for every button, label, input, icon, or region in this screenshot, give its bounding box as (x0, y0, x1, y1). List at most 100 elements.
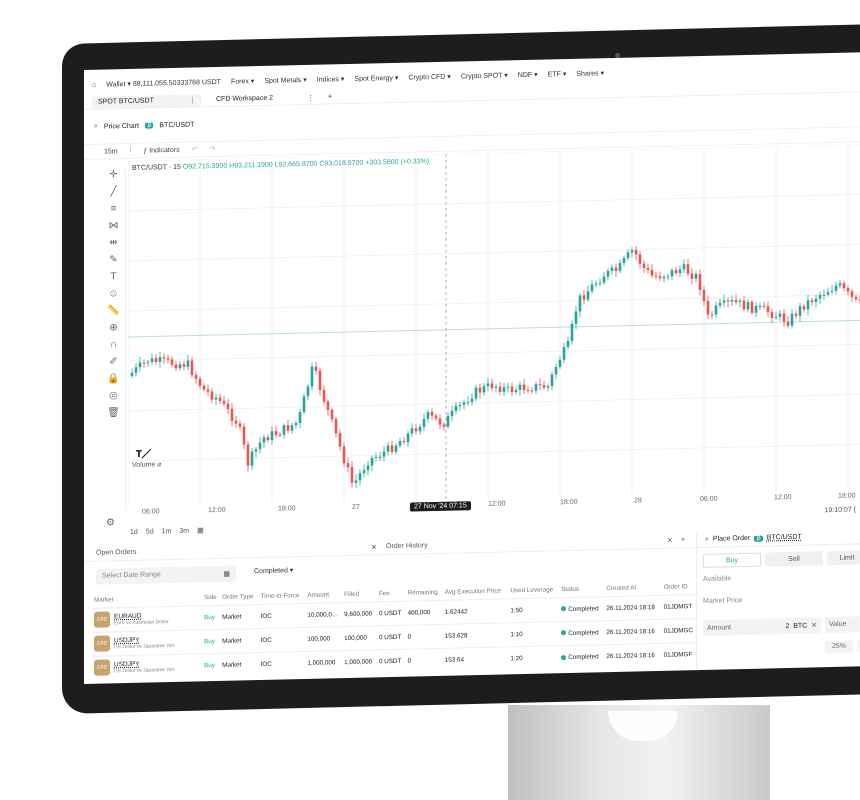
menu-ndf[interactable]: NDF ▾ (518, 71, 538, 79)
candle (698, 273, 702, 291)
more-icon[interactable]: ⋮ (189, 96, 196, 104)
lock-icon[interactable]: 🔒 (107, 373, 119, 384)
wallet-button[interactable]: Wallet ▾ 88,111,055.50333768 USDT (106, 78, 221, 89)
calendar-icon[interactable]: ▦ (223, 570, 230, 578)
candle (482, 386, 486, 393)
emoji-icon[interactable]: ☺ (108, 288, 118, 299)
crosshair-icon[interactable]: ✛ (109, 169, 117, 180)
timeframe-5d[interactable]: 5d (146, 528, 154, 535)
symbol-label[interactable]: BTC/USDT (767, 534, 802, 542)
open-orders-tab[interactable]: Open Orders (96, 549, 136, 557)
candle (646, 267, 650, 270)
amount-field[interactable]: Amount 2 BTC ✕ (703, 617, 821, 636)
add-tab-button[interactable]: + (328, 93, 332, 100)
candle (170, 359, 174, 365)
trash-icon[interactable]: 🗑 (107, 407, 120, 418)
brush-icon[interactable]: ✎ (109, 254, 117, 265)
x-tick: 06:00 (142, 508, 160, 516)
chart-clock: 19:10:07 ( (824, 506, 856, 515)
menu-indices[interactable]: Indices ▾ (317, 75, 345, 84)
candle (258, 442, 262, 450)
candle (478, 387, 482, 393)
menu-spot-energy[interactable]: Spot Energy ▾ (354, 74, 398, 83)
candle-type-icon[interactable]: ⫶ (130, 147, 132, 155)
lock-drawings-icon[interactable]: ✐ (109, 356, 117, 367)
pattern-icon[interactable]: ⋈ (109, 220, 119, 231)
date-range-input[interactable]: Select Date Range ▦ (96, 565, 236, 585)
undo-icon[interactable]: ↶ (192, 145, 198, 153)
settings-icon[interactable]: ⚙ (106, 517, 115, 528)
timeframe-3m[interactable]: 3m (179, 527, 189, 534)
candle (546, 386, 550, 388)
candle (150, 358, 154, 363)
candlestick-chart[interactable]: 𝐓╱ (127, 143, 860, 508)
candle (282, 425, 286, 435)
calendar-icon[interactable]: ▦ (197, 526, 204, 534)
candle (574, 311, 578, 324)
trendline-icon[interactable]: ╱ (110, 186, 116, 197)
candle (286, 425, 290, 431)
sell-tab[interactable]: Sell (765, 551, 823, 567)
search-icon[interactable]: ⌕ (705, 535, 709, 543)
menu-forex[interactable]: Forex ▾ (231, 77, 254, 86)
menu-crypto-cfd[interactable]: Crypto CFD ▾ (408, 73, 450, 82)
search-icon[interactable]: ⌕ (94, 123, 98, 131)
candle (450, 410, 454, 416)
add-panel-button[interactable]: + (681, 536, 685, 543)
projection-icon[interactable]: ⇹ (109, 237, 117, 248)
menu-shares[interactable]: Shares ▾ (576, 69, 604, 78)
status-filter[interactable]: Completed ▾ (254, 566, 293, 575)
menu-spot-metals[interactable]: Spot Metals ▾ (264, 76, 306, 85)
candle (706, 300, 710, 315)
candle (794, 313, 798, 316)
eye-icon[interactable]: ◎ (109, 390, 118, 401)
candle (310, 366, 314, 387)
candle (334, 419, 338, 434)
tab-spot-btc[interactable]: SPOT BTC/USDT ⋮ (92, 93, 202, 109)
close-icon[interactable]: ✕ (371, 543, 377, 551)
x-tick: 28 (634, 497, 642, 505)
ruler-icon[interactable]: 📏 (107, 305, 119, 316)
candle (186, 360, 190, 367)
timeframe-1d[interactable]: 1d (130, 528, 138, 535)
clear-icon[interactable]: ✕ (811, 622, 817, 629)
x-tick: 18:00 (278, 505, 296, 513)
candle (134, 367, 138, 373)
current-price-line (128, 319, 860, 338)
drawing-tools: ✛ ╱ ≡ ⋈ ⇹ ✎ T ☺ 📏 ⊕ ∩ ✐ 🔒 ◎ 🗑 (102, 169, 126, 510)
menu-etf[interactable]: ETF ▾ (548, 70, 567, 78)
tab-cfd-workspace[interactable]: CFD Workspace 2 ⋮ (210, 91, 320, 106)
timeframe-1m[interactable]: 1m (162, 528, 172, 535)
candle (854, 296, 858, 300)
zoom-icon[interactable]: ⊕ (109, 322, 117, 333)
candle (666, 276, 670, 278)
text-icon[interactable]: T (110, 271, 116, 282)
order-history-table: Market Side Order Type Time-in-Force Amo… (92, 580, 698, 680)
candle (606, 270, 610, 277)
redo-icon[interactable]: ↷ (209, 145, 215, 153)
value-field[interactable]: Value (825, 615, 860, 634)
candle (850, 291, 854, 298)
menu-crypto-spot[interactable]: Crypto SPOT ▾ (461, 71, 508, 80)
price-chart[interactable]: 𝐓╱ (127, 143, 860, 521)
pct-25-button[interactable]: 25% (825, 640, 853, 654)
buy-tab[interactable]: Buy (703, 552, 761, 568)
candle (734, 299, 738, 303)
symbol-label[interactable]: BTC/USDT (159, 121, 194, 129)
candle (526, 390, 530, 392)
interval-selector[interactable]: 15m (104, 148, 118, 155)
close-icon[interactable]: ✕ (667, 536, 673, 544)
limit-tab[interactable]: Limit (827, 550, 860, 566)
order-history-tab[interactable]: Order History (386, 542, 428, 550)
indicators-button[interactable]: ƒ Indicators (143, 146, 179, 154)
fib-icon[interactable]: ≡ (111, 203, 117, 214)
candle (594, 283, 598, 285)
candle (458, 404, 462, 406)
market-price-field[interactable]: Market Price (703, 597, 742, 605)
more-icon[interactable]: ⋮ (307, 93, 314, 101)
magnet-icon[interactable]: ∩ (110, 339, 117, 350)
candle (434, 415, 438, 419)
candle (682, 264, 686, 270)
candle (758, 305, 762, 307)
home-icon[interactable]: ⌂ (92, 81, 96, 88)
